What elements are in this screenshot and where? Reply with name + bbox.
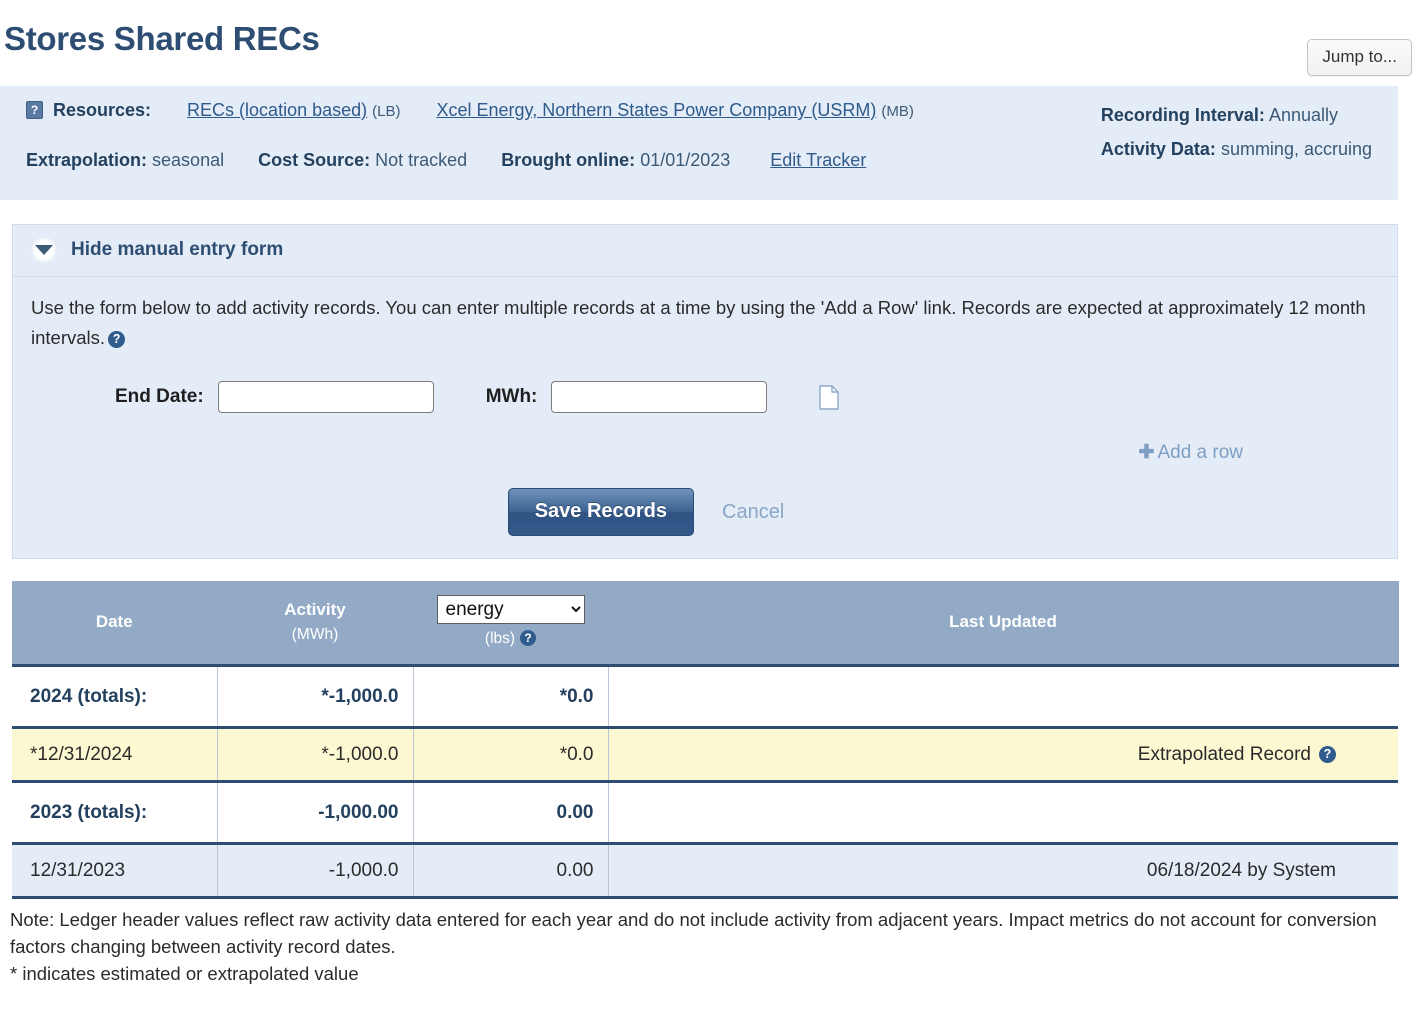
column-header-last-updated: Last Updated bbox=[608, 581, 1399, 666]
document-page-icon[interactable] bbox=[819, 384, 840, 410]
record-impact-2024: *0.0 bbox=[413, 727, 609, 783]
form-description: Use the form below to add activity recor… bbox=[31, 293, 1379, 353]
form-description-help-icon[interactable]: ? bbox=[108, 331, 126, 348]
extrapolated-record-help-icon[interactable]: ? bbox=[1319, 745, 1336, 763]
activity-data-row: Activity Data: summing, accruing bbox=[1101, 132, 1372, 166]
totals-activity-2023: -1,000.00 bbox=[217, 780, 414, 845]
add-a-row-label: Add a row bbox=[1157, 442, 1243, 463]
table-row-record-2024[interactable]: *12/31/2024 *-1,000.0 *0.0 Extrapolated … bbox=[12, 727, 1398, 783]
add-row-line: ✚ Add a row bbox=[31, 441, 1379, 464]
cancel-link[interactable]: Cancel bbox=[722, 501, 784, 524]
totals-activity-2024: *-1,000.0 bbox=[217, 664, 414, 729]
recording-interval-label: Recording Interval: bbox=[1100, 105, 1265, 125]
impact-unit-help-icon[interactable]: ? bbox=[520, 630, 537, 646]
brought-online-label: Brought online: bbox=[501, 150, 636, 170]
column-header-last-updated-label: Last Updated bbox=[949, 611, 1057, 631]
recording-interval-row: Recording Interval: Annually bbox=[1101, 98, 1372, 132]
add-a-row-link[interactable]: ✚ Add a row bbox=[1139, 442, 1243, 463]
table-header-row: Date Activity (MWh) energy (lbs)? Last U… bbox=[12, 581, 1399, 666]
column-header-impact-unit: (lbs) bbox=[484, 630, 516, 647]
cost-source-value: Not tracked bbox=[375, 150, 468, 170]
save-records-button[interactable]: Save Records bbox=[507, 488, 695, 536]
activity-data-label: Activity Data: bbox=[1100, 139, 1216, 159]
resources-help-icon[interactable]: ? bbox=[26, 101, 43, 119]
column-header-impact: energy (lbs)? bbox=[413, 581, 609, 666]
cost-source-label: Cost Source: bbox=[258, 150, 371, 170]
triangle-down-icon[interactable] bbox=[31, 237, 57, 263]
table-row-record-2023[interactable]: 12/31/2023 -1,000.0 0.00 06/18/2024 by S… bbox=[12, 843, 1398, 899]
resource-item-mb: Xcel Energy, Northern States Power Compa… bbox=[437, 100, 914, 121]
recording-interval-value: Annually bbox=[1268, 105, 1338, 125]
record-date-2024: *12/31/2024 bbox=[12, 727, 218, 783]
manual-entry-form-body: Use the form below to add activity recor… bbox=[13, 277, 1397, 558]
notes-line-2: * indicates estimated or extrapolated va… bbox=[10, 963, 359, 984]
resource-link-recs[interactable]: RECs (location based) bbox=[187, 100, 367, 120]
impact-metric-select[interactable]: energy bbox=[436, 595, 585, 624]
brought-online-value: 01/01/2023 bbox=[640, 150, 731, 170]
entry-row: End Date: MWh: bbox=[31, 381, 1379, 413]
totals-date-2024: 2024 (totals): bbox=[12, 664, 218, 729]
resource-item-lb: RECs (location based) (LB) bbox=[187, 100, 400, 121]
table-row-totals-2023: 2023 (totals): -1,000.00 0.00 bbox=[12, 780, 1398, 845]
resource-suffix-mb: (MB) bbox=[881, 103, 914, 120]
column-header-impact-unit-wrap: (lbs)? bbox=[428, 630, 594, 648]
ledger-notes: Note: Ledger header values reflect raw a… bbox=[10, 906, 1412, 987]
page-header: Stores Shared RECs Jump to... bbox=[0, 0, 1422, 86]
record-activity-2023: -1,000.0 bbox=[217, 843, 414, 899]
right-meta-block: Recording Interval: Annually Activity Da… bbox=[1101, 98, 1372, 166]
plus-icon: ✚ bbox=[1138, 442, 1155, 463]
totals-updated-2023 bbox=[608, 780, 1398, 845]
record-activity-2024: *-1,000.0 bbox=[217, 727, 414, 783]
extrapolation-group: Extrapolation: seasonal bbox=[26, 150, 224, 171]
record-updated-2024-text: Extrapolated Record bbox=[1137, 743, 1311, 765]
jump-to-button[interactable]: Jump to... bbox=[1307, 39, 1412, 76]
totals-updated-2024 bbox=[608, 664, 1398, 729]
activity-ledger-table: Date Activity (MWh) energy (lbs)? Last U… bbox=[12, 581, 1399, 899]
page-title: Stores Shared RECs bbox=[4, 20, 320, 57]
end-date-input[interactable] bbox=[217, 381, 434, 413]
extrapolation-label: Extrapolation: bbox=[26, 150, 148, 170]
totals-impact-2023: 0.00 bbox=[413, 780, 609, 845]
record-updated-2024: Extrapolated Record? bbox=[608, 727, 1398, 783]
resource-suffix-lb: (LB) bbox=[372, 103, 401, 120]
column-header-activity-unit: (MWh) bbox=[291, 625, 339, 643]
resource-link-xcel[interactable]: Xcel Energy, Northern States Power Compa… bbox=[437, 100, 877, 120]
form-description-text: Use the form below to add activity recor… bbox=[31, 297, 1366, 348]
manual-entry-form: Hide manual entry form Use the form belo… bbox=[12, 224, 1398, 559]
table-row-totals-2024: 2024 (totals): *-1,000.0 *0.0 bbox=[12, 664, 1398, 729]
mwh-label: MWh: bbox=[485, 386, 538, 407]
resources-label: Resources: bbox=[53, 100, 152, 120]
form-actions: Save Records Cancel bbox=[31, 488, 1379, 536]
notes-line-1: Note: Ledger header values reflect raw a… bbox=[10, 909, 1377, 957]
column-header-activity: Activity (MWh) bbox=[217, 581, 414, 666]
record-impact-2023: 0.00 bbox=[413, 843, 609, 899]
activity-data-value: summing, accruing bbox=[1220, 139, 1372, 159]
toggle-form-label[interactable]: Hide manual entry form bbox=[71, 239, 283, 261]
record-updated-2023: 06/18/2024 by System bbox=[608, 843, 1398, 899]
tracker-info-panel: ? Resources: RECs (location based) (LB) … bbox=[0, 86, 1398, 200]
cost-source-group: Cost Source: Not tracked bbox=[258, 150, 467, 171]
resources-row: ? Resources: RECs (location based) (LB) … bbox=[0, 100, 1398, 159]
column-header-date: Date bbox=[12, 581, 218, 666]
end-date-label: End Date: bbox=[115, 386, 204, 407]
manual-entry-form-header[interactable]: Hide manual entry form bbox=[13, 225, 1397, 277]
totals-impact-2024: *0.0 bbox=[413, 664, 609, 729]
column-header-date-label: Date bbox=[95, 611, 133, 631]
column-header-activity-label: Activity bbox=[284, 599, 346, 619]
totals-date-2023: 2023 (totals): bbox=[12, 780, 218, 845]
edit-tracker-link[interactable]: Edit Tracker bbox=[770, 150, 866, 171]
brought-online-group: Brought online: 01/01/2023 bbox=[501, 150, 730, 171]
extrapolation-value: seasonal bbox=[152, 150, 225, 170]
record-date-2023: 12/31/2023 bbox=[12, 843, 218, 899]
mwh-input[interactable] bbox=[551, 381, 768, 413]
